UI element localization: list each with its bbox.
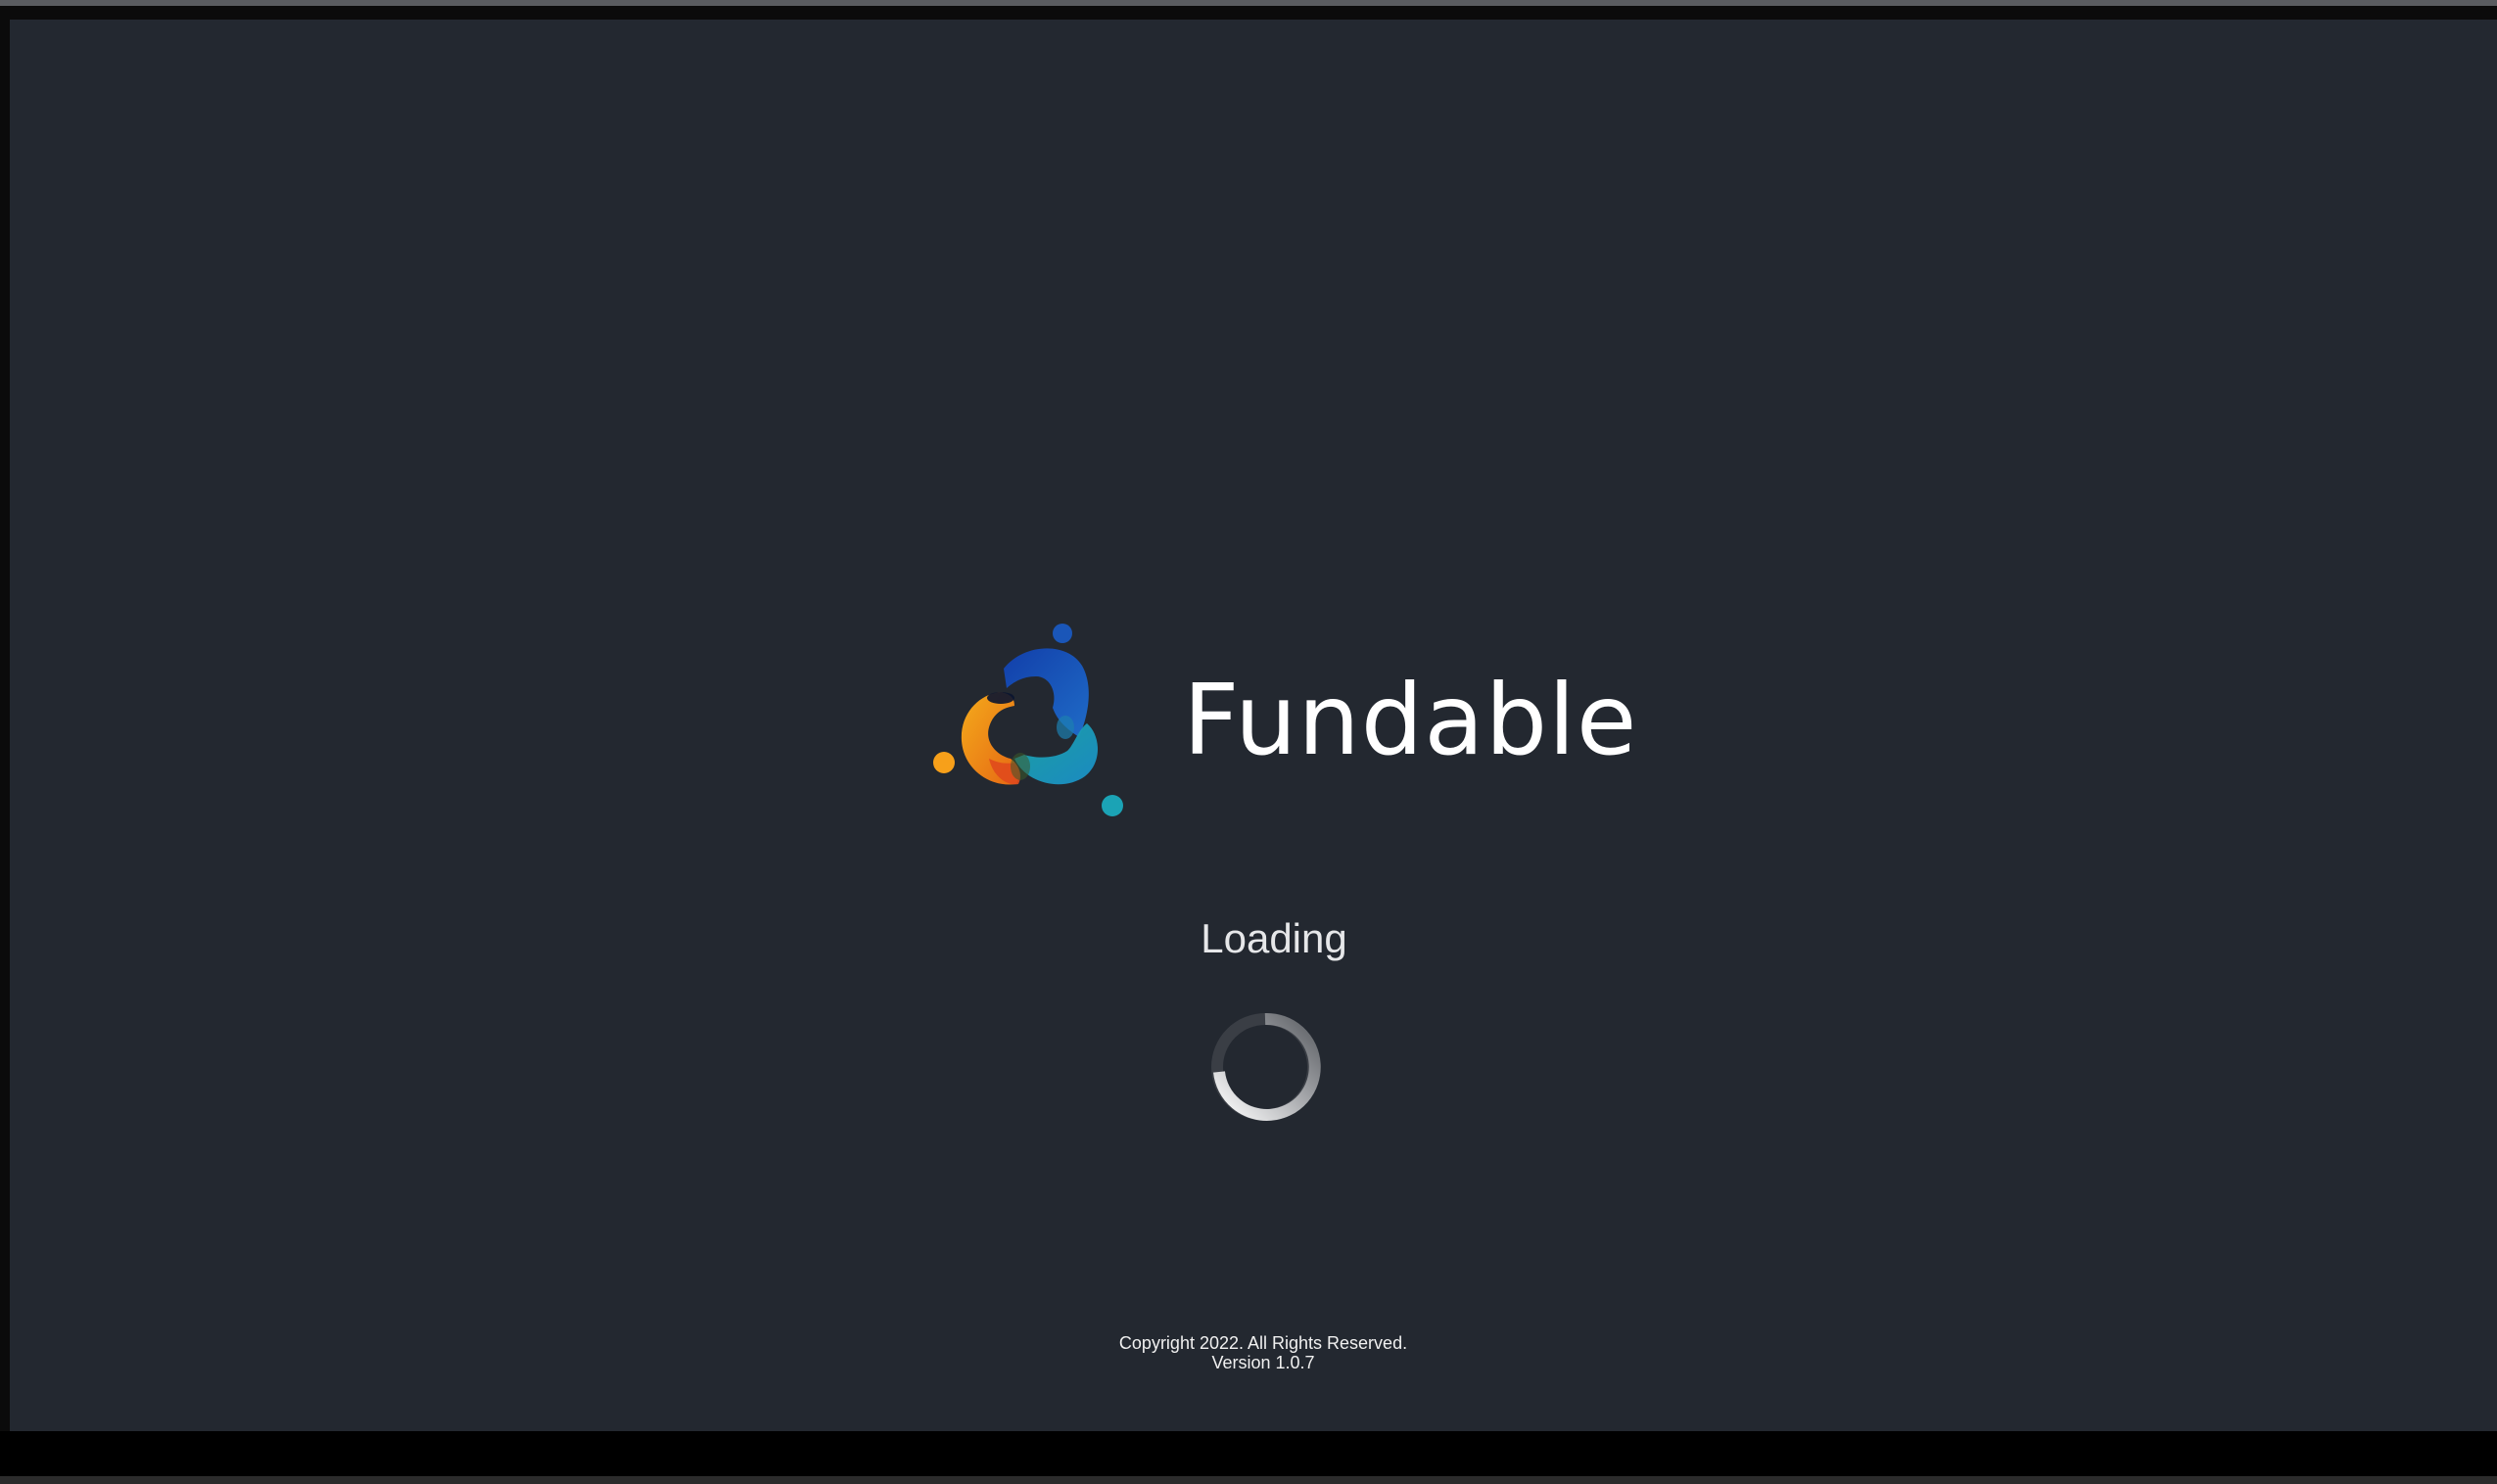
version-text: Version 1.0.7 — [1211, 1353, 1315, 1372]
app-name: Fundable — [1183, 663, 1638, 777]
top-edge — [0, 0, 2497, 6]
bottom-edge — [0, 1476, 2497, 1484]
device-frame: Fundable Loading Copyright 2022. All Rig… — [0, 0, 2497, 1484]
copyright-text: Copyright 2022. All Rights Reserved. — [1118, 1333, 1408, 1353]
brand-lockup: Fundable — [920, 612, 1636, 837]
loading-label: Loading — [1201, 915, 1347, 961]
footer: Copyright 2022. All Rights Reserved. Ver… — [0, 1333, 2497, 1372]
loading-spinner-icon — [1211, 1012, 1321, 1121]
fundable-logo-icon — [933, 624, 1123, 816]
